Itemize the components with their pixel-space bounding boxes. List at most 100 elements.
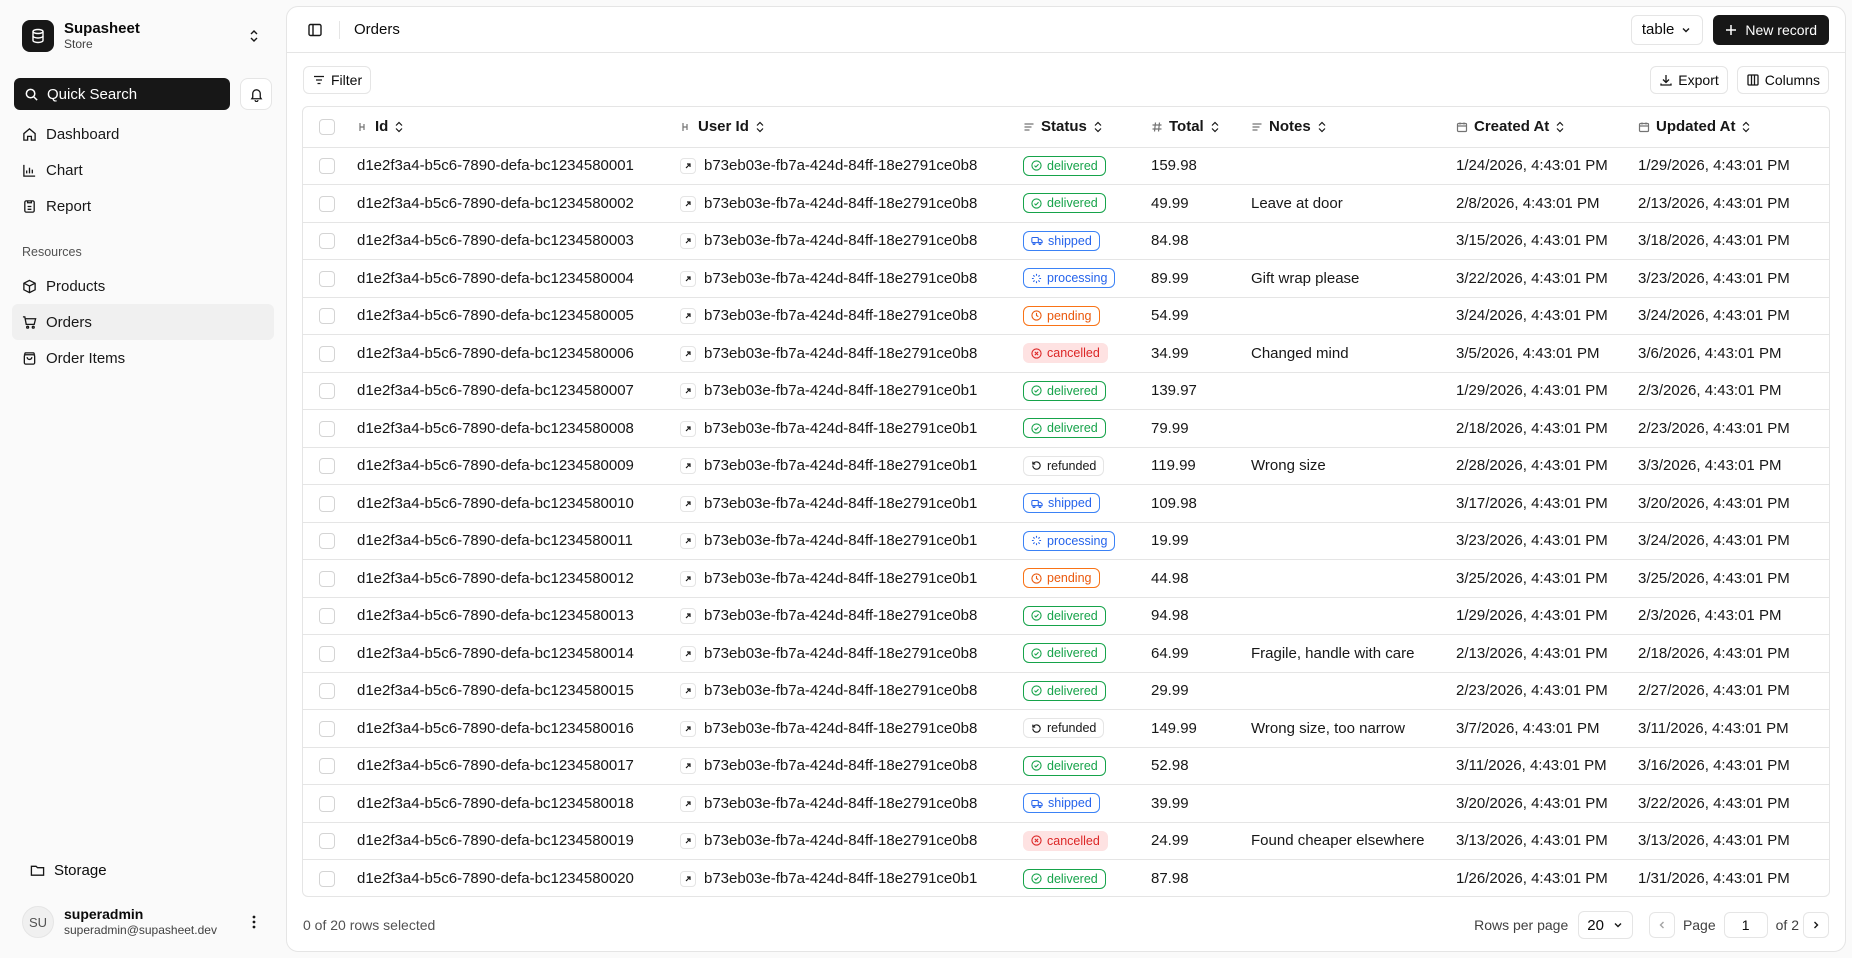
column-header-total[interactable]: Total xyxy=(1141,107,1241,147)
arrow-up-right-icon[interactable] xyxy=(680,758,696,775)
row-checkbox[interactable] xyxy=(319,158,335,175)
row-checkbox[interactable] xyxy=(319,270,335,287)
row-checkbox[interactable] xyxy=(319,458,335,475)
user-id-link[interactable]: b73eb03e-fb7a-424d-84ff-18e2791ce0b8 xyxy=(704,757,977,774)
workspace-switcher[interactable]: Supasheet Store xyxy=(12,8,274,64)
sidebar-toggle-icon[interactable] xyxy=(303,18,327,42)
arrow-up-right-icon[interactable] xyxy=(680,533,696,550)
table-row[interactable]: d1e2f3a4-b5c6-7890-defa-bc1234580008 b73e… xyxy=(303,409,1829,448)
table-row[interactable]: d1e2f3a4-b5c6-7890-defa-bc1234580004 b73e… xyxy=(303,259,1829,298)
user-id-link[interactable]: b73eb03e-fb7a-424d-84ff-18e2791ce0b1 xyxy=(704,570,977,587)
table-row[interactable]: d1e2f3a4-b5c6-7890-defa-bc1234580003 b73e… xyxy=(303,222,1829,260)
user-menu[interactable]: SU superadmin superadmin@supasheet.dev xyxy=(12,894,274,950)
nav-item-report[interactable]: Report xyxy=(12,188,274,224)
row-checkbox[interactable] xyxy=(319,871,335,888)
user-id-link[interactable]: b73eb03e-fb7a-424d-84ff-18e2791ce0b1 xyxy=(704,870,977,887)
nav-item-orders[interactable]: Orders xyxy=(12,304,274,340)
column-header-user-id[interactable]: User Id xyxy=(670,107,1013,147)
user-id-link[interactable]: b73eb03e-fb7a-424d-84ff-18e2791ce0b8 xyxy=(704,682,977,699)
row-checkbox[interactable] xyxy=(319,795,335,812)
arrow-up-right-icon[interactable] xyxy=(680,720,696,737)
table-row[interactable]: d1e2f3a4-b5c6-7890-defa-bc1234580002 b73e… xyxy=(303,184,1829,223)
table-row[interactable]: d1e2f3a4-b5c6-7890-defa-bc1234580009 b73e… xyxy=(303,447,1829,485)
user-id-link[interactable]: b73eb03e-fb7a-424d-84ff-18e2791ce0b8 xyxy=(704,832,977,849)
arrow-up-right-icon[interactable] xyxy=(680,871,696,888)
arrow-up-right-icon[interactable] xyxy=(680,383,696,400)
row-checkbox[interactable] xyxy=(319,683,335,700)
arrow-up-right-icon[interactable] xyxy=(680,608,696,625)
arrow-up-right-icon[interactable] xyxy=(680,158,696,175)
table-row[interactable]: d1e2f3a4-b5c6-7890-defa-bc1234580005 b73e… xyxy=(303,297,1829,335)
arrow-up-right-icon[interactable] xyxy=(680,683,696,700)
user-id-link[interactable]: b73eb03e-fb7a-424d-84ff-18e2791ce0b8 xyxy=(704,232,977,249)
user-id-link[interactable]: b73eb03e-fb7a-424d-84ff-18e2791ce0b1 xyxy=(704,457,977,474)
table-row[interactable]: d1e2f3a4-b5c6-7890-defa-bc1234580015 b73e… xyxy=(303,672,1829,710)
table-row[interactable]: d1e2f3a4-b5c6-7890-defa-bc1234580006 b73e… xyxy=(303,334,1829,373)
row-checkbox[interactable] xyxy=(319,608,335,625)
row-checkbox[interactable] xyxy=(319,420,335,437)
table-row[interactable]: d1e2f3a4-b5c6-7890-defa-bc1234580017 b73e… xyxy=(303,747,1829,785)
select-all-checkbox[interactable] xyxy=(319,119,335,136)
nav-item-order-items[interactable]: Order Items xyxy=(12,340,274,376)
user-id-link[interactable]: b73eb03e-fb7a-424d-84ff-18e2791ce0b1 xyxy=(704,420,977,437)
row-checkbox[interactable] xyxy=(319,195,335,212)
row-checkbox[interactable] xyxy=(319,383,335,400)
user-id-link[interactable]: b73eb03e-fb7a-424d-84ff-18e2791ce0b8 xyxy=(704,307,977,324)
arrow-up-right-icon[interactable] xyxy=(680,833,696,850)
nav-item-chart[interactable]: Chart xyxy=(12,152,274,188)
row-checkbox[interactable] xyxy=(319,345,335,362)
view-select[interactable]: table xyxy=(1630,14,1704,45)
user-id-link[interactable]: b73eb03e-fb7a-424d-84ff-18e2791ce0b1 xyxy=(704,382,977,399)
table-row[interactable]: d1e2f3a4-b5c6-7890-defa-bc1234580010 b73e… xyxy=(303,484,1829,523)
row-checkbox[interactable] xyxy=(319,533,335,550)
table-row[interactable]: d1e2f3a4-b5c6-7890-defa-bc1234580016 b73e… xyxy=(303,709,1829,748)
user-id-link[interactable]: b73eb03e-fb7a-424d-84ff-18e2791ce0b8 xyxy=(704,270,977,287)
user-id-link[interactable]: b73eb03e-fb7a-424d-84ff-18e2791ce0b8 xyxy=(704,607,977,624)
row-checkbox[interactable] xyxy=(319,495,335,512)
table-row[interactable]: d1e2f3a4-b5c6-7890-defa-bc1234580013 b73e… xyxy=(303,597,1829,635)
column-header-notes[interactable]: Notes xyxy=(1241,107,1446,147)
arrow-up-right-icon[interactable] xyxy=(680,570,696,587)
row-checkbox[interactable] xyxy=(319,308,335,325)
column-header-status[interactable]: Status xyxy=(1013,107,1141,147)
user-id-link[interactable]: b73eb03e-fb7a-424d-84ff-18e2791ce0b8 xyxy=(704,157,977,174)
arrow-up-right-icon[interactable] xyxy=(680,420,696,437)
export-button[interactable]: Export xyxy=(1650,66,1728,94)
row-checkbox[interactable] xyxy=(319,833,335,850)
table-row[interactable]: d1e2f3a4-b5c6-7890-defa-bc1234580018 b73e… xyxy=(303,784,1829,823)
arrow-up-right-icon[interactable] xyxy=(680,233,696,250)
columns-button[interactable]: Columns xyxy=(1736,66,1829,94)
row-checkbox[interactable] xyxy=(319,720,335,737)
column-header-created-at[interactable]: Created At xyxy=(1446,107,1628,147)
rows-per-page-select[interactable]: 20 xyxy=(1578,911,1633,939)
new-record-button[interactable]: New record xyxy=(1713,14,1829,45)
arrow-up-right-icon[interactable] xyxy=(680,270,696,287)
row-checkbox[interactable] xyxy=(319,645,335,662)
arrow-up-right-icon[interactable] xyxy=(680,645,696,662)
table-row[interactable]: d1e2f3a4-b5c6-7890-defa-bc1234580012 b73e… xyxy=(303,559,1829,598)
column-header-updated-at[interactable]: Updated At xyxy=(1628,107,1829,147)
table-row[interactable]: d1e2f3a4-b5c6-7890-defa-bc1234580019 b73e… xyxy=(303,822,1829,860)
page-input[interactable]: 1 xyxy=(1723,912,1768,938)
arrow-up-right-icon[interactable] xyxy=(680,308,696,325)
nav-item-products[interactable]: Products xyxy=(12,268,274,304)
user-id-link[interactable]: b73eb03e-fb7a-424d-84ff-18e2791ce0b8 xyxy=(704,795,977,812)
arrow-up-right-icon[interactable] xyxy=(680,495,696,512)
notifications-button[interactable] xyxy=(240,78,272,110)
row-checkbox[interactable] xyxy=(319,758,335,775)
table-row[interactable]: d1e2f3a4-b5c6-7890-defa-bc1234580014 b73e… xyxy=(303,634,1829,673)
nav-item-storage[interactable]: Storage xyxy=(12,852,274,888)
next-page-button[interactable] xyxy=(1803,912,1829,938)
row-checkbox[interactable] xyxy=(319,233,335,250)
arrow-up-right-icon[interactable] xyxy=(680,458,696,475)
filter-button[interactable]: Filter xyxy=(303,66,372,94)
user-id-link[interactable]: b73eb03e-fb7a-424d-84ff-18e2791ce0b8 xyxy=(704,645,977,662)
arrow-up-right-icon[interactable] xyxy=(680,195,696,212)
arrow-up-right-icon[interactable] xyxy=(680,345,696,362)
row-checkbox[interactable] xyxy=(319,570,335,587)
user-id-link[interactable]: b73eb03e-fb7a-424d-84ff-18e2791ce0b8 xyxy=(704,720,977,737)
table-row[interactable]: d1e2f3a4-b5c6-7890-defa-bc1234580007 b73e… xyxy=(303,372,1829,410)
user-id-link[interactable]: b73eb03e-fb7a-424d-84ff-18e2791ce0b1 xyxy=(704,532,977,549)
more-vertical-icon[interactable] xyxy=(244,912,264,932)
user-id-link[interactable]: b73eb03e-fb7a-424d-84ff-18e2791ce0b8 xyxy=(704,345,977,362)
